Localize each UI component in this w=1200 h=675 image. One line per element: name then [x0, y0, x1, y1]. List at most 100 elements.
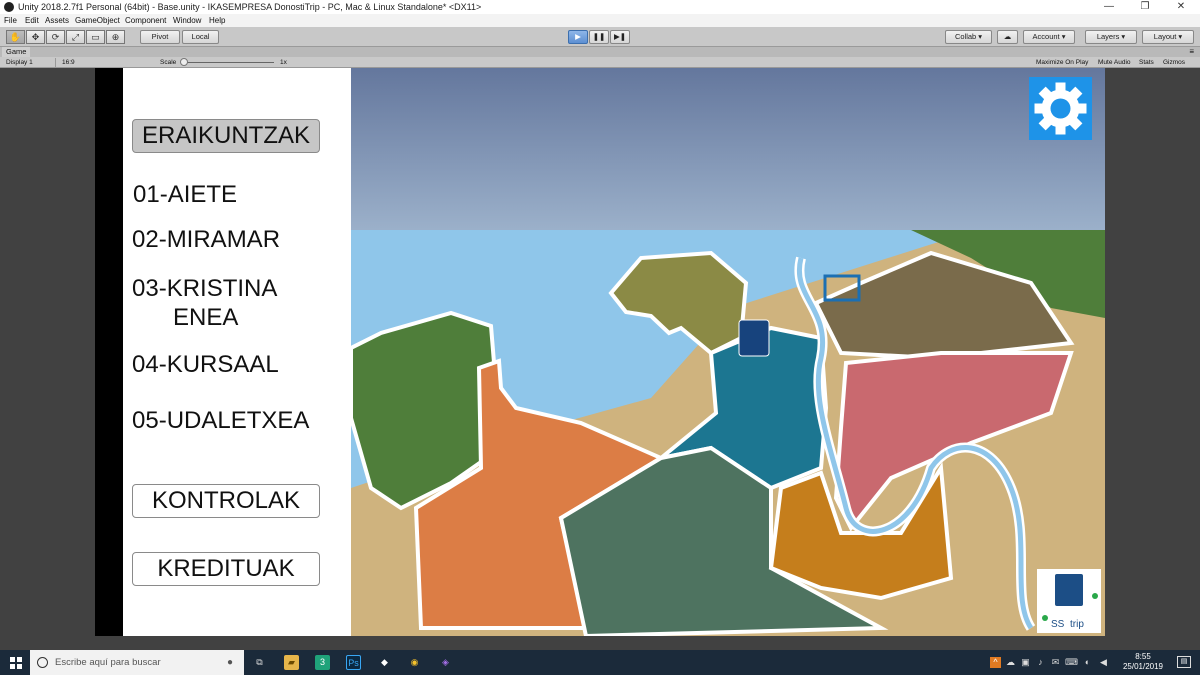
account-label: Account [1032, 32, 1060, 41]
tray-app-icon-5[interactable]: ⌨ [1065, 657, 1078, 668]
building-item-udaletxea[interactable]: 05-UDALETXEA [132, 407, 309, 435]
network-icon[interactable]: ◐ [1082, 657, 1093, 668]
visual-studio-icon[interactable]: ◈ [438, 655, 453, 670]
volume-icon[interactable]: ◀ [1098, 657, 1109, 668]
kontrolak-button[interactable]: KONTROLAK [132, 484, 320, 518]
close-button[interactable]: ✕ [1163, 0, 1199, 14]
move-tool-icon[interactable]: ✥ [26, 30, 45, 44]
scale-slider-handle[interactable] [180, 58, 188, 66]
taskbar-clock[interactable]: 8:55 25/01/2019 [1118, 652, 1168, 672]
tray-app-icon-4[interactable]: ✉ [1050, 657, 1061, 668]
clock-time: 8:55 [1135, 652, 1151, 661]
chevron-down-icon: ▾ [1121, 32, 1126, 41]
game-tab-bar: Game ≡ [0, 47, 1200, 57]
tray-app-icon-2[interactable]: ▣ [1020, 657, 1031, 668]
transform-tool-icon[interactable]: ⊕ [106, 30, 125, 44]
window-title: Unity 2018.2.7f1 Personal (64bit) - Base… [18, 2, 482, 12]
search-icon [37, 657, 48, 668]
windows-taskbar: Escribe aquí para buscar ● ⧉ ▰ 3 Ps ◆ ◉ … [0, 650, 1200, 675]
menu-help[interactable]: Help [209, 14, 225, 27]
chrome-icon[interactable]: ◉ [407, 655, 422, 670]
clock-date: 25/01/2019 [1122, 662, 1164, 671]
hand-tool-icon[interactable]: ✋ [6, 30, 25, 44]
tray-app-icon[interactable]: ^ [990, 657, 1001, 668]
collab-dropdown[interactable]: Collab ▾ [945, 30, 992, 44]
menu-assets[interactable]: Assets [45, 14, 69, 27]
file-explorer-icon[interactable]: ▰ [284, 655, 299, 670]
step-button[interactable]: ▶❚ [610, 30, 630, 44]
map-scene: SS trip [351, 68, 1105, 636]
mute-audio-toggle[interactable]: Mute Audio [1098, 57, 1131, 68]
windows-start-icon[interactable] [10, 656, 22, 669]
play-button[interactable]: ▶ [568, 30, 588, 44]
tab-game[interactable]: Game [2, 47, 31, 57]
pause-button[interactable]: ❚❚ [589, 30, 609, 44]
rect-tool-icon[interactable]: ▭ [86, 30, 105, 44]
building-item-kursaal[interactable]: 04-KURSAAL [132, 351, 279, 379]
sky [351, 68, 1105, 238]
window-title-bar: Unity 2018.2.7f1 Personal (64bit) - Base… [0, 0, 1200, 14]
photoshop-icon[interactable]: Ps [346, 655, 361, 670]
main-toolbar: ✋ ✥ ⟳ ⤢ ▭ ⊕ Pivot Local ▶ ❚❚ ▶❚ Collab ▾… [0, 27, 1200, 47]
microphone-icon[interactable]: ● [227, 650, 233, 675]
divider [55, 58, 56, 67]
building-item-aiete[interactable]: 01-AIETE [133, 181, 237, 209]
letterbox-bar [95, 68, 123, 636]
tab-menu-icon[interactable]: ≡ [1189, 47, 1194, 57]
menu-window[interactable]: Window [173, 14, 201, 27]
display-dropdown[interactable]: Display 1 [6, 57, 33, 68]
eraikuntzak-button[interactable]: ERAIKUNTZAK [132, 119, 320, 153]
unity-logo-icon [4, 2, 14, 12]
tray-app-icon-3[interactable]: ♪ [1035, 657, 1046, 668]
buildings-menu-panel: ERAIKUNTZAK 01-AIETE 02-MIRAMAR 03-KRIST… [123, 68, 351, 636]
menu-file[interactable]: File [4, 14, 17, 27]
aspect-dropdown[interactable]: 16:9 [62, 57, 75, 68]
gizmos-dropdown[interactable]: Gizmos [1163, 57, 1185, 68]
local-toggle[interactable]: Local [182, 30, 219, 44]
scale-slider-track[interactable] [186, 62, 274, 63]
notification-center-icon[interactable]: ▤ [1177, 656, 1191, 668]
location-pin-icon [1042, 615, 1048, 621]
game-view: ERAIKUNTZAK 01-AIETE 02-MIRAMAR 03-KRIST… [0, 68, 1200, 636]
rotate-tool-icon[interactable]: ⟳ [46, 30, 65, 44]
city-map [351, 68, 1105, 636]
layout-dropdown[interactable]: Layout ▾ [1142, 30, 1194, 44]
city-hall-marker-icon[interactable] [738, 319, 770, 357]
maximize-button[interactable]: ❐ [1127, 0, 1163, 14]
scale-value: 1x [280, 59, 287, 66]
scale-label: Scale [160, 59, 177, 66]
game-view-toolbar: Display 1 16:9 Scale 1x Maximize On Play… [0, 57, 1200, 68]
onedrive-icon[interactable]: ☁ [1005, 657, 1016, 668]
scale-tool-icon[interactable]: ⤢ [66, 30, 85, 44]
gear-icon[interactable] [1034, 82, 1087, 135]
building-item-kristina-enea[interactable]: 03-KRISTINA ENEA [132, 274, 277, 332]
maximize-on-play-toggle[interactable]: Maximize On Play [1036, 57, 1088, 68]
layout-label: Layout [1153, 32, 1177, 41]
cloud-icon[interactable]: ☁ [997, 30, 1018, 44]
sstrip-logo-right: trip [1070, 619, 1084, 630]
task-view-icon[interactable]: ⧉ [252, 655, 267, 670]
building-item-miramar[interactable]: 02-MIRAMAR [132, 226, 280, 254]
stats-toggle[interactable]: Stats [1139, 57, 1154, 68]
search-placeholder: Escribe aquí para buscar [55, 657, 161, 668]
account-dropdown[interactable]: Account ▾ [1023, 30, 1075, 44]
minimize-button[interactable]: — [1091, 0, 1127, 14]
unity-editor-screen: Unity 2018.2.7f1 Personal (64bit) - Base… [0, 0, 1200, 675]
sstrip-logo-left: SS [1051, 619, 1065, 630]
location-pin-icon [1092, 593, 1098, 599]
menu-edit[interactable]: Edit [25, 14, 39, 27]
chevron-down-icon: ▾ [1061, 32, 1066, 41]
sstrip-crest-icon [1055, 574, 1083, 606]
menu-component[interactable]: Component [125, 14, 166, 27]
menu-gameobject[interactable]: GameObject [75, 14, 120, 27]
menu-bar: File Edit Assets GameObject Component Wi… [0, 14, 1200, 27]
chevron-down-icon: ▾ [1178, 32, 1183, 41]
unity-icon[interactable]: ◆ [377, 655, 392, 670]
paint3d-icon[interactable]: 3 [315, 655, 330, 670]
pivot-toggle[interactable]: Pivot [140, 30, 180, 44]
building-item-kristina-line2: ENEA [173, 304, 239, 331]
layers-label: Layers [1096, 32, 1120, 41]
taskbar-search-box[interactable]: Escribe aquí para buscar ● [30, 650, 244, 675]
kredituak-button[interactable]: KREDITUAK [132, 552, 320, 586]
layers-dropdown[interactable]: Layers ▾ [1085, 30, 1137, 44]
